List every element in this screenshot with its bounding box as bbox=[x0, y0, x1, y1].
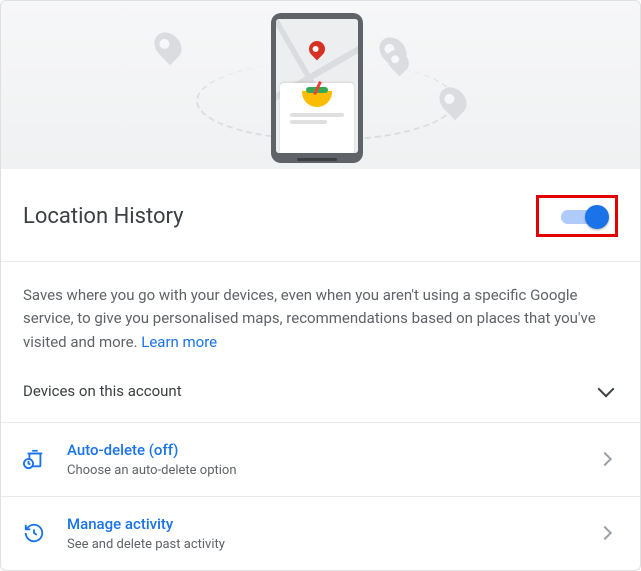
food-bowl-icon bbox=[302, 91, 332, 107]
history-icon bbox=[23, 522, 45, 544]
description-text: Saves where you go with your devices, ev… bbox=[1, 262, 640, 374]
chevron-down-icon bbox=[598, 380, 615, 397]
page-title: Location History bbox=[23, 204, 184, 229]
location-history-toggle[interactable] bbox=[561, 206, 607, 228]
manage-activity-subtitle: See and delete past activity bbox=[67, 537, 600, 552]
title-row: Location History bbox=[1, 169, 640, 261]
hero-illustration bbox=[1, 1, 640, 169]
devices-on-account-row[interactable]: Devices on this account bbox=[1, 374, 640, 422]
chevron-right-icon bbox=[598, 452, 612, 466]
auto-delete-row[interactable]: Auto-delete (off) Choose an auto-delete … bbox=[1, 422, 640, 496]
chevron-right-icon bbox=[598, 526, 612, 540]
map-pin-icon bbox=[149, 27, 187, 65]
toggle-highlight-box bbox=[536, 195, 618, 237]
phone-illustration bbox=[271, 13, 363, 163]
auto-delete-subtitle: Choose an auto-delete option bbox=[67, 463, 600, 478]
learn-more-link[interactable]: Learn more bbox=[141, 333, 217, 351]
auto-delete-title: Auto-delete (off) bbox=[67, 441, 600, 459]
devices-label: Devices on this account bbox=[23, 382, 182, 400]
location-history-card: Location History Saves where you go with… bbox=[0, 0, 641, 571]
auto-delete-icon bbox=[23, 448, 45, 470]
manage-activity-title: Manage activity bbox=[67, 515, 600, 533]
description-body: Saves where you go with your devices, ev… bbox=[23, 286, 596, 351]
